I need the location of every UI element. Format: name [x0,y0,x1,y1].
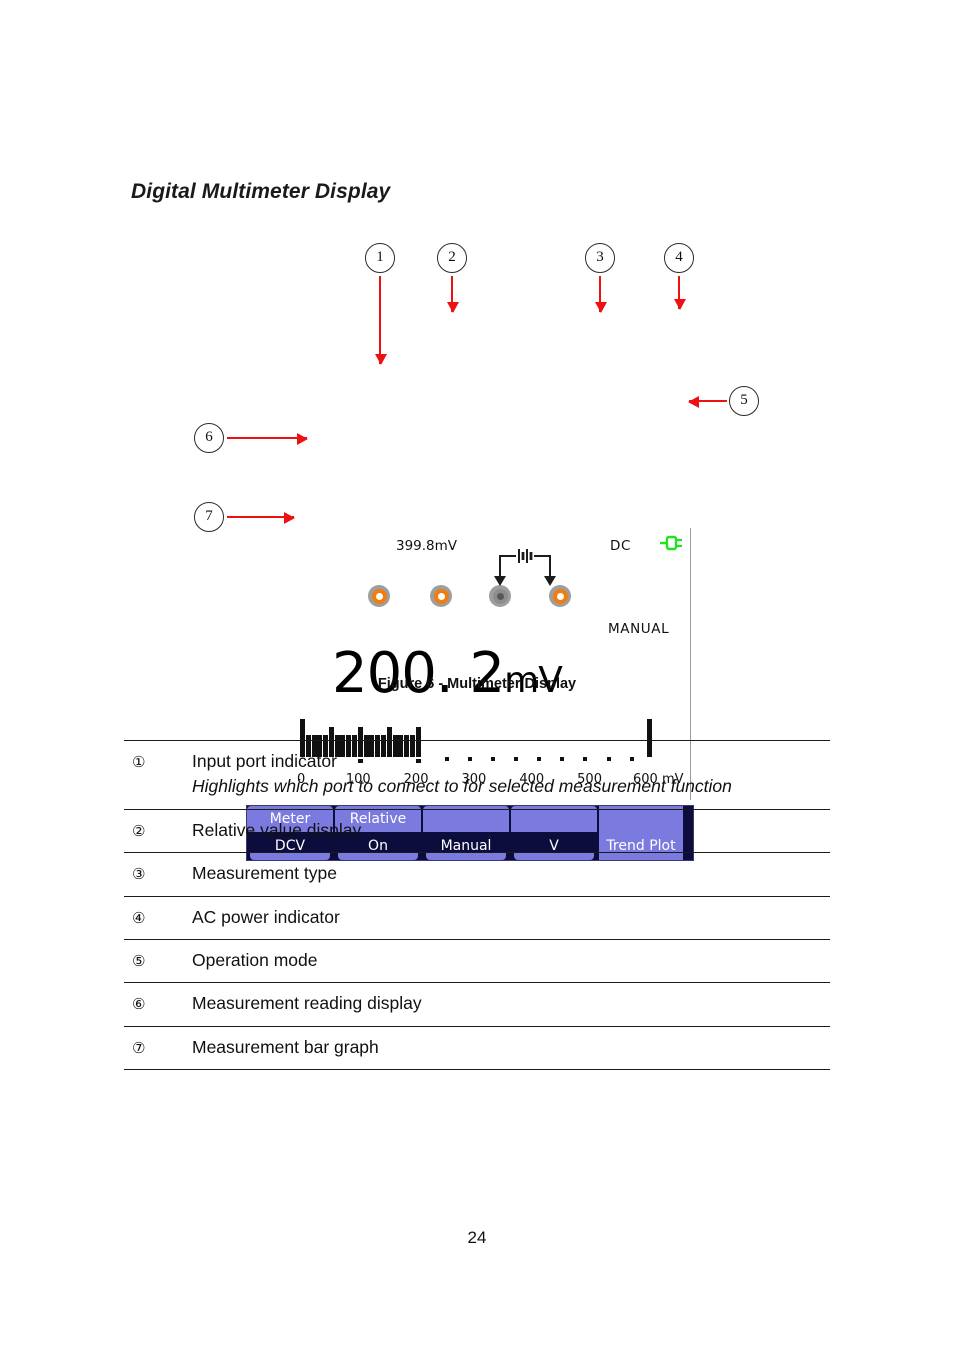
figure-caption: Figure 6 - Multimeter Display [377,676,577,692]
legend-row-text: Measurement type [192,863,337,884]
legend-row-text: Measurement reading display [192,993,422,1014]
relative-value-display: 399.8mV [396,538,458,554]
page-title: Digital Multimeter Display [131,180,391,203]
measurement-type-label: DC [610,538,632,554]
input-port-indicator-2 [430,585,452,607]
legend-row-number: ⑥ [132,995,146,1014]
lcd-screen: 399.8mV DC MANUAL 200. 2mV 0 100 200 300… [0,230,954,861]
table-row: ③ Measurement type [124,852,830,896]
callout-1: 1 [365,243,395,273]
legend-table-body: ① Input port indicator Highlights which po… [124,740,830,1070]
page-number: 24 [467,1228,487,1247]
table-row: ⑥ Measurement reading display [124,982,830,1026]
legend-row-number: ⑦ [132,1038,146,1057]
legend-row-text: AC power indicator [192,906,340,927]
callout-5: 5 [729,386,759,416]
legend-row-text: Operation mode [192,949,318,970]
legend-row-subtext: Highlights which port to connect to for … [192,776,732,797]
legend-row-number: ⑤ [132,951,146,970]
callout-7: 7 [194,502,224,532]
legend-row-number: ③ [132,865,146,884]
legend-row-text: Input port indicator Highlights which por… [192,741,830,810]
reading-value: 200. 2 [332,641,505,706]
dc-source-symbol-icon [489,544,561,592]
callout-4: 4 [664,243,694,273]
callout-2: 2 [437,243,467,273]
legend-row-text: Relative value display [192,819,362,840]
power-plug-icon [658,533,684,558]
legend-row-text: Measurement bar graph [192,1036,379,1057]
table-row: ⑤ Operation mode [124,939,830,982]
callout-6: 6 [194,423,224,453]
legend-table: ① Input port indicator Highlights which po… [124,740,830,1070]
legend-row-number: ① [132,753,146,771]
multimeter-figure: 399.8mV DC MANUAL 200. 2mV 0 100 200 300… [0,230,954,861]
legend-row-number: ④ [132,908,146,927]
table-row: ⑦ Measurement bar graph [124,1026,830,1070]
callout-3: 3 [585,243,615,273]
measurement-reading-display: 200. 2mV [332,646,563,702]
table-row: ① Input port indicator Highlights which po… [124,740,830,810]
table-row: ④ AC power indicator [124,896,830,939]
input-port-indicator-1 [368,585,390,607]
legend-row-number: ② [132,821,146,840]
table-row: ② Relative value display [124,809,830,852]
operation-mode-label: MANUAL [608,621,670,637]
